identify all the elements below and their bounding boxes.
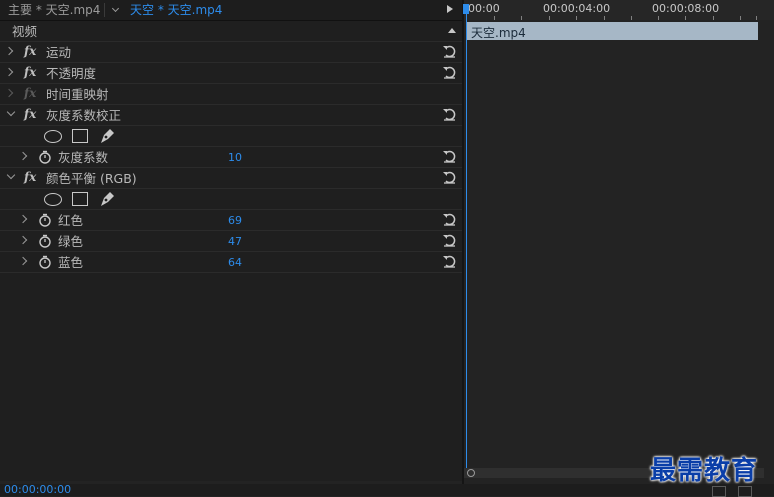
pen-mask-icon[interactable] — [98, 190, 116, 208]
reset-icon[interactable] — [441, 232, 459, 248]
ruler-label: 00:00:08:00 — [652, 2, 720, 15]
audio-icon[interactable] — [712, 486, 726, 497]
rectangle-mask-icon[interactable] — [72, 192, 88, 206]
reset-icon[interactable] — [441, 211, 459, 227]
property-label: 蓝色 — [58, 255, 84, 270]
playhead-handle[interactable] — [463, 4, 469, 14]
chevron-right-icon[interactable] — [4, 67, 14, 77]
time-ruler[interactable]: 00:00 00:00:04:00 00:00:08:00 — [464, 0, 774, 20]
chevron-down-icon[interactable] — [6, 107, 16, 117]
property-row-blue[interactable]: 蓝色 64 — [0, 252, 462, 273]
rectangle-mask-icon[interactable] — [72, 129, 88, 143]
export-icon[interactable] — [738, 486, 752, 497]
panel-tab-bar: 主要 * 天空.mp4 天空 * 天空.mp4 — [0, 0, 462, 21]
chevron-down-icon[interactable] — [6, 170, 16, 180]
property-row-gamma[interactable]: 灰度系数 10 — [0, 147, 462, 168]
fx-icon[interactable]: fx — [24, 170, 36, 184]
chevron-right-icon[interactable] — [18, 214, 28, 224]
mask-tools-row — [0, 189, 462, 210]
clip-name: 天空.mp4 — [471, 26, 526, 40]
effect-row-gamma-correction[interactable]: fx 灰度系数校正 — [0, 105, 462, 126]
play-icon[interactable] — [447, 5, 453, 13]
stopwatch-icon[interactable] — [38, 255, 52, 269]
effect-row-motion[interactable]: fx 运动 — [0, 42, 462, 63]
chevron-right-icon[interactable] — [18, 256, 28, 266]
section-title: 视频 — [12, 24, 38, 39]
effect-controls-list: 视频 fx 运动 fx 不透明度 fx 时间重映射 fx 灰度系数校正 灰度系数… — [0, 21, 462, 481]
watermark: 最需教育 — [650, 456, 759, 486]
reset-icon[interactable] — [441, 253, 459, 269]
chevron-right-icon[interactable] — [4, 88, 14, 98]
fx-icon[interactable]: fx — [24, 107, 36, 121]
effect-label: 灰度系数校正 — [46, 108, 122, 123]
property-label: 绿色 — [58, 234, 84, 249]
mask-tools-row — [0, 126, 462, 147]
property-value[interactable]: 10 — [228, 147, 242, 169]
chevron-right-icon[interactable] — [18, 235, 28, 245]
ruler-label: 00:00 — [468, 2, 500, 15]
effect-label: 运动 — [46, 45, 72, 60]
reset-icon[interactable] — [441, 148, 459, 164]
effect-row-opacity[interactable]: fx 不透明度 — [0, 63, 462, 84]
tab-clip-selector[interactable]: 天空 * 天空.mp4 — [130, 0, 222, 20]
stopwatch-icon[interactable] — [38, 213, 52, 227]
reset-icon[interactable] — [441, 64, 459, 80]
ellipse-mask-icon[interactable] — [44, 193, 62, 206]
ellipse-mask-icon[interactable] — [44, 130, 62, 143]
effect-label: 不透明度 — [46, 66, 97, 81]
fx-icon[interactable]: fx — [24, 44, 36, 58]
tab-separator — [104, 3, 105, 17]
reset-icon[interactable] — [441, 169, 459, 185]
effect-label: 时间重映射 — [46, 87, 109, 102]
property-value[interactable]: 69 — [228, 210, 242, 232]
tab-master-clip[interactable]: 主要 * 天空.mp4 — [8, 0, 100, 20]
reset-icon[interactable] — [441, 43, 459, 59]
property-label: 红色 — [58, 213, 84, 228]
pen-mask-icon[interactable] — [98, 127, 116, 145]
property-value[interactable]: 64 — [228, 252, 242, 274]
up-arrow-icon[interactable] — [448, 28, 456, 33]
reset-icon[interactable] — [441, 106, 459, 122]
mini-timeline: 00:00 00:00:04:00 00:00:08:00 天空.mp4 — [463, 0, 774, 484]
chevron-right-icon[interactable] — [4, 46, 14, 56]
current-timecode[interactable]: 00:00:00:00 — [4, 484, 71, 496]
effect-label: 颜色平衡 (RGB) — [46, 171, 137, 186]
chevron-right-icon[interactable] — [18, 151, 28, 161]
property-label: 灰度系数 — [58, 150, 109, 165]
scroll-handle[interactable] — [467, 469, 475, 477]
stopwatch-icon[interactable] — [38, 150, 52, 164]
section-header-video: 视频 — [0, 21, 462, 42]
fx-icon[interactable]: fx — [24, 65, 36, 79]
stopwatch-icon[interactable] — [38, 234, 52, 248]
chevron-down-icon[interactable] — [111, 4, 120, 13]
clip-bar[interactable]: 天空.mp4 — [467, 22, 758, 40]
effect-row-time-remap[interactable]: fx 时间重映射 — [0, 84, 462, 105]
ruler-label: 00:00:04:00 — [543, 2, 611, 15]
property-row-red[interactable]: 红色 69 — [0, 210, 462, 231]
playhead[interactable] — [466, 8, 467, 468]
property-value[interactable]: 47 — [228, 231, 242, 253]
fx-icon: fx — [24, 86, 37, 100]
effect-row-color-balance[interactable]: fx 颜色平衡 (RGB) — [0, 168, 462, 189]
property-row-green[interactable]: 绿色 47 — [0, 231, 462, 252]
